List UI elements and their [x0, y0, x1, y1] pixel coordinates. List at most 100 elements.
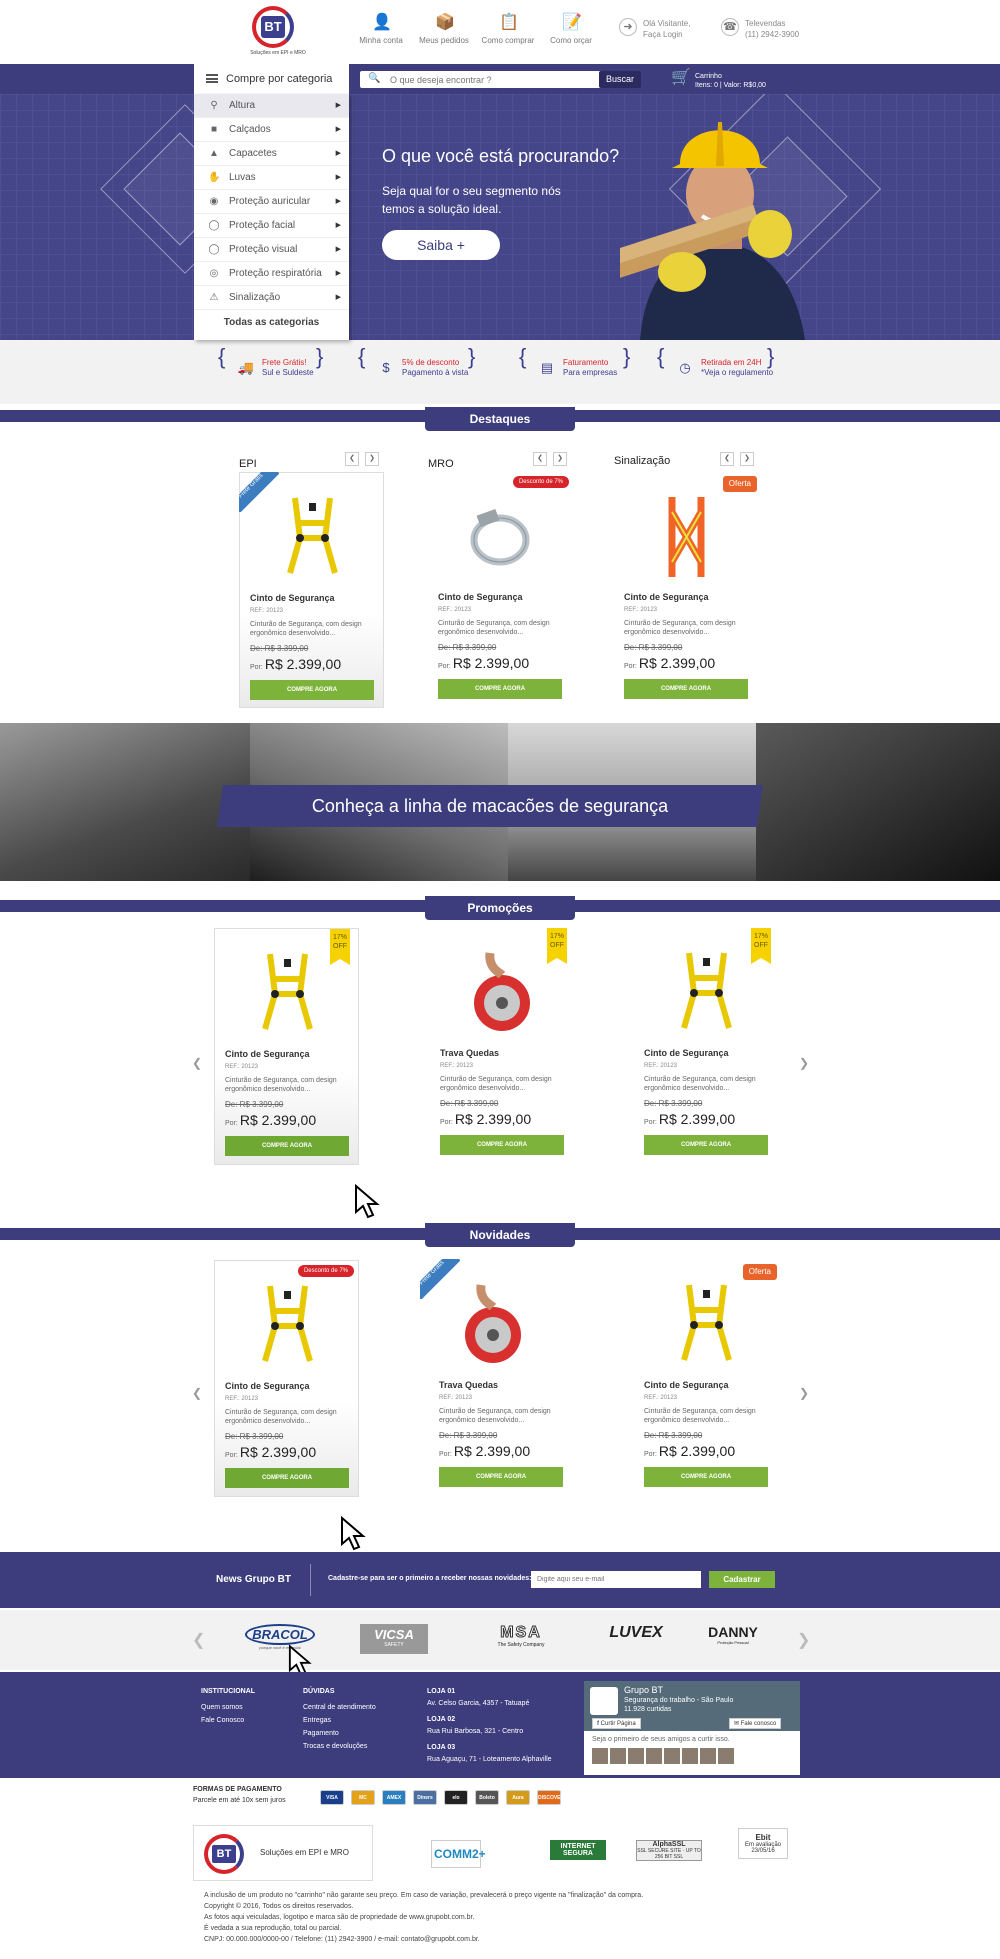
product-ref: REF.: 20123	[644, 1395, 678, 1401]
footer-link-trocas[interactable]: Trocas e devoluções	[303, 1741, 376, 1753]
brand-sub: SAFETY	[384, 1642, 404, 1648]
buy-now-button[interactable]: COMPRE AGORA	[438, 679, 562, 699]
product-name[interactable]: Cinto de Segurança	[225, 1049, 310, 1059]
product-desc: Cinturão de Segurança, com design ergonô…	[439, 1408, 551, 1424]
category-item-sinalizacao[interactable]: ⚠ Sinalização ▶	[194, 286, 349, 310]
product-card[interactable]: Desconto de 7% Cinto de Segurança REF.: …	[214, 1260, 359, 1497]
product-name[interactable]: Cinto de Segurança	[225, 1381, 310, 1391]
product-old-price: De: R$ 3.399,00	[438, 643, 497, 652]
product-card[interactable]: 17% OFF Cinto de Segurança REF.: 20123 C…	[634, 928, 779, 1165]
newsletter-email-input[interactable]	[531, 1571, 701, 1588]
how-to-buy-link[interactable]: 📋 Como comprar	[478, 14, 538, 45]
product-price-line: Por: R$ 2.399,00	[225, 1112, 316, 1128]
product-desc: Cinturão de Segurança, com design ergonô…	[644, 1076, 756, 1092]
footer-link-central[interactable]: Central de atendimento	[303, 1702, 376, 1714]
novidades-title: Novidades	[425, 1223, 575, 1247]
search-button[interactable]: Buscar	[599, 71, 641, 88]
product-desc: Cinturão de Segurança, com design ergonô…	[225, 1077, 337, 1093]
carousel-next-icon[interactable]: ❯	[799, 1056, 809, 1070]
category-item-protecao-auricular[interactable]: ◉ Proteção auricular ▶	[194, 190, 349, 214]
newsletter-submit-button[interactable]: Cadastrar	[709, 1571, 775, 1588]
product-card[interactable]: Oferta Cinto de Segurança REF.: 20123 Ci…	[634, 1260, 779, 1497]
chevron-left-icon[interactable]: ❮	[345, 452, 359, 466]
sign-icon: ⚠	[209, 292, 219, 303]
legal-line: Copyright © 2016, Todos os direitos rese…	[204, 1903, 354, 1910]
footer-link-fale-conosco[interactable]: Fale Conosco	[201, 1715, 255, 1727]
product-old-price: De: R$ 3.399,00	[440, 1099, 499, 1108]
carousel-prev-icon[interactable]: ❮	[192, 1386, 202, 1400]
clipboard-icon: 📋	[499, 14, 519, 31]
my-account-link[interactable]: 👤 Minha conta	[351, 14, 411, 45]
category-item-luvas[interactable]: ✋ Luvas ▶	[194, 166, 349, 190]
product-price-line: Por: R$ 2.399,00	[644, 1443, 735, 1459]
product-price-line: Por: R$ 2.399,00	[439, 1443, 530, 1459]
product-card[interactable]: Desconto de 7% Cinto de Segurança REF.: …	[428, 472, 573, 708]
search-input[interactable]	[390, 71, 560, 88]
store-name: LOJA 01	[427, 1688, 456, 1695]
facebook-widget: Grupo BT Segurança do trabalho - São Pau…	[583, 1680, 801, 1776]
facebook-like-button[interactable]: f Curtir Página	[592, 1718, 641, 1729]
footer-link-quem-somos[interactable]: Quem somos	[201, 1702, 255, 1714]
site-logo[interactable]: BT Soluções em EPI e MRO	[248, 6, 306, 60]
category-item-calcados[interactable]: ■ Calçados ▶	[194, 118, 349, 142]
buy-now-button[interactable]: COMPRE AGORA	[644, 1467, 768, 1487]
category-dropdown: ⚲ Altura ▶ ■ Calçados ▶ ▲ Capacetes ▶ ✋ Luvas ▶ …	[194, 94, 349, 340]
product-price: R$ 2.399,00	[638, 655, 716, 671]
hero-saiba-button[interactable]: Saiba +	[382, 230, 500, 260]
all-categories-link[interactable]: Todas as categorias	[194, 310, 349, 336]
footer-institucional: INSTITUCIONAL Quem somos Fale Conosco	[201, 1686, 255, 1728]
product-name[interactable]: Cinto de Segurança	[644, 1380, 729, 1390]
buy-now-button[interactable]: COMPRE AGORA	[644, 1135, 768, 1155]
chevron-right-icon[interactable]: ❯	[740, 452, 754, 466]
category-label: Altura	[229, 100, 256, 111]
category-menu-button[interactable]: Compre por categoria	[194, 64, 349, 94]
product-name[interactable]: Cinto de Segurança	[644, 1048, 729, 1058]
buy-now-button[interactable]: COMPRE AGORA	[225, 1136, 349, 1156]
chevron-right-icon[interactable]: ❯	[365, 452, 379, 466]
facebook-page-name[interactable]: Grupo BT	[624, 1685, 663, 1695]
footer-link-entregas[interactable]: Entregas	[303, 1715, 376, 1727]
chevron-right-icon[interactable]: ❯	[553, 452, 567, 466]
product-name[interactable]: Cinto de Segurança	[624, 592, 709, 602]
brand-vicsa[interactable]: VICSA SAFETY	[360, 1624, 428, 1654]
chevron-left-icon[interactable]: ❮	[533, 452, 547, 466]
brand-msa[interactable]: MSA The Safety Company	[487, 1624, 555, 1654]
facebook-contact-button[interactable]: ✉ Fale conosco	[729, 1718, 782, 1729]
product-price: R$ 2.399,00	[264, 656, 342, 672]
buy-now-button[interactable]: COMPRE AGORA	[624, 679, 748, 699]
hero-text: Seja qual for o seu segmento nós temos a…	[382, 184, 561, 216]
coveralls-banner[interactable]: Conheça a linha de macacões de segurança	[0, 723, 1000, 881]
carousel-next-icon[interactable]: ❯	[799, 1386, 809, 1400]
category-item-protecao-facial[interactable]: ◯ Proteção facial ▶	[194, 214, 349, 238]
product-name[interactable]: Cinto de Segurança	[250, 593, 335, 603]
carousel-prev-icon[interactable]: ❮	[192, 1056, 202, 1070]
brands-carousel: ❮ ❯ BRACOL porque você é especial VICSA …	[0, 1610, 1000, 1677]
product-name[interactable]: Trava Quedas	[440, 1048, 499, 1058]
my-orders-link[interactable]: 📦 Meus pedidos	[414, 14, 474, 45]
product-name[interactable]: Cinto de Segurança	[438, 592, 523, 602]
cart[interactable]: 🛒 Carrinho Itens: 0 | Valor: R$0,00	[671, 70, 766, 90]
brands-next-icon[interactable]: ❯	[797, 1630, 810, 1650]
category-item-protecao-respiratoria[interactable]: ◎ Proteção respiratória ▶	[194, 262, 349, 286]
buy-now-button[interactable]: COMPRE AGORA	[225, 1468, 349, 1488]
category-item-capacetes[interactable]: ▲ Capacetes ▶	[194, 142, 349, 166]
login-link[interactable]: ➜ Olá Visitante, Faça Login	[619, 18, 690, 40]
buy-now-button[interactable]: COMPRE AGORA	[439, 1467, 563, 1487]
footer-link-pagamento[interactable]: Pagamento	[303, 1728, 376, 1740]
product-card[interactable]: 17% OFF Trava Quedas REF.: 20123 Cinturã…	[430, 928, 575, 1165]
product-card[interactable]: Frete Grátis Trava Quedas REF.: 20123 Ci…	[420, 1259, 566, 1497]
product-card[interactable]: Frete Grátis Cinto de Segurança REF.: 20…	[239, 472, 384, 708]
chevron-left-icon[interactable]: ❮	[720, 452, 734, 466]
how-to-quote-link[interactable]: 📝 Como orçar	[541, 14, 601, 45]
buy-now-button[interactable]: COMPRE AGORA	[250, 680, 374, 700]
brand-danny[interactable]: DANNY Proteção Pessoal	[705, 1624, 761, 1654]
product-name[interactable]: Trava Quedas	[439, 1380, 498, 1390]
product-desc: Cinturão de Segurança, com design ergonô…	[438, 620, 550, 636]
buy-now-button[interactable]: COMPRE AGORA	[440, 1135, 564, 1155]
product-card[interactable]: Oferta Cinto de Segurança REF.: 20123 Ci…	[614, 472, 759, 708]
brands-prev-icon[interactable]: ❮	[192, 1630, 205, 1650]
category-item-altura[interactable]: ⚲ Altura ▶	[194, 94, 349, 118]
product-card[interactable]: 17% OFF Cinto de Segurança REF.: 20123 C…	[214, 928, 359, 1165]
brand-luvex[interactable]: LUVEX	[606, 1624, 666, 1654]
category-item-protecao-visual[interactable]: ◯ Proteção visual ▶	[194, 238, 349, 262]
